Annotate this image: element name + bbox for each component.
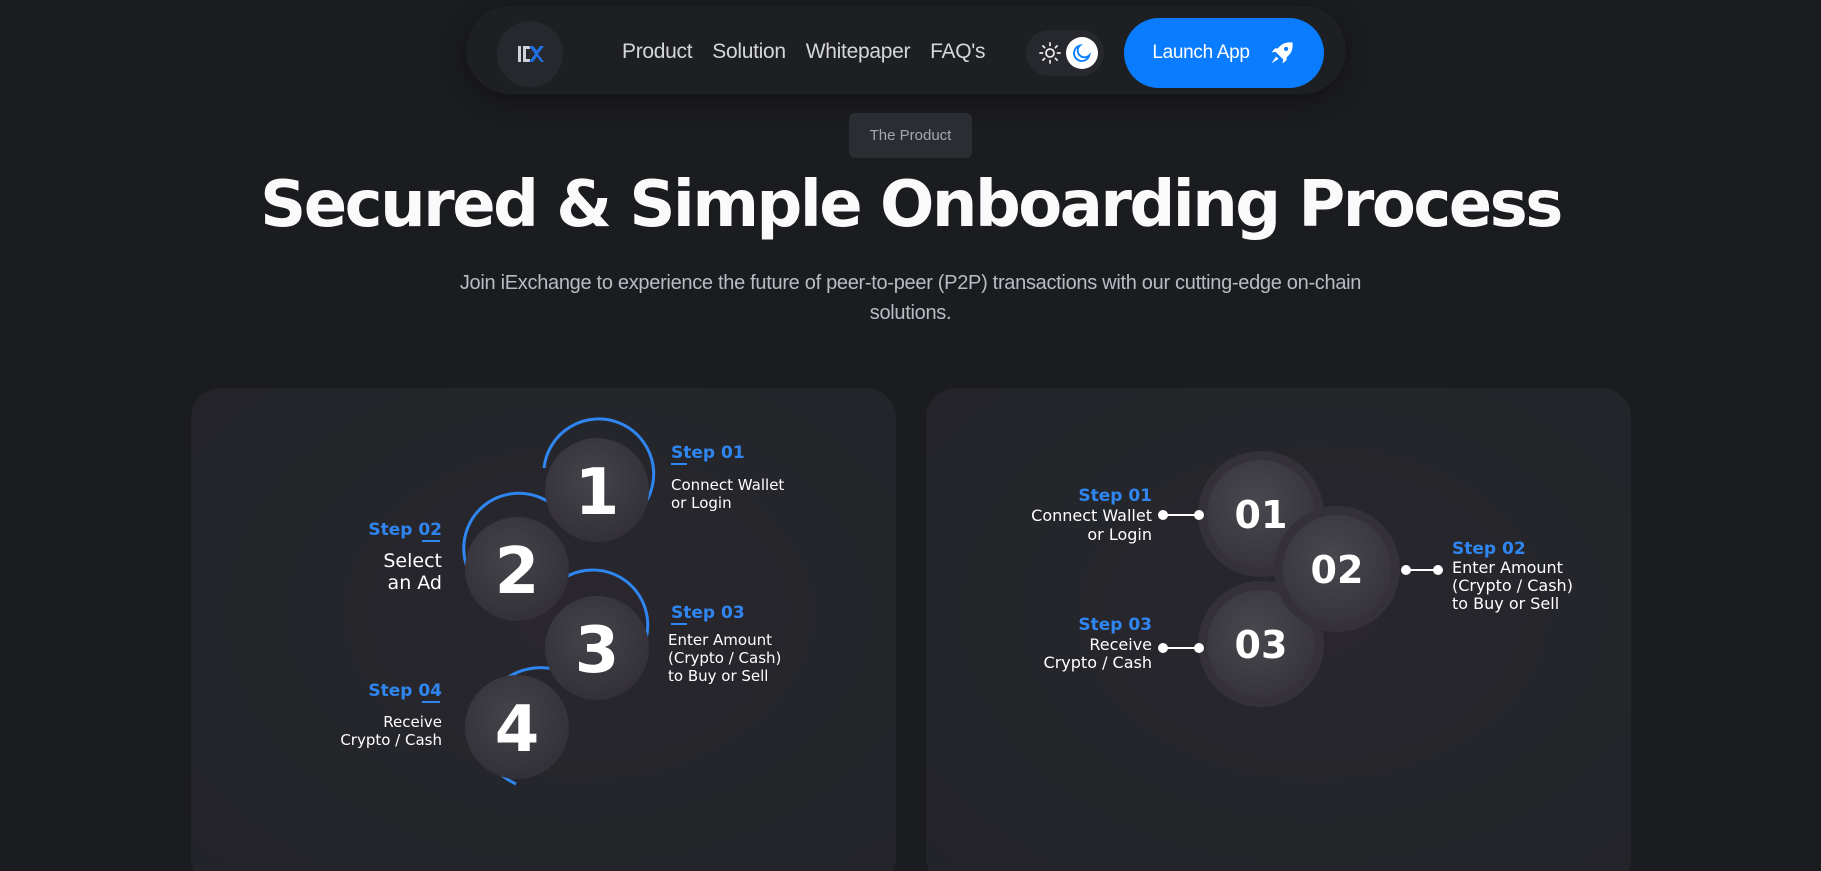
- step-text-02-line2: (Crypto / Cash): [1452, 576, 1573, 595]
- launch-app-button[interactable]: Launch App: [1124, 18, 1324, 88]
- nav-links: Product Solution Whitepaper FAQ's: [622, 40, 986, 64]
- step-number-3: 3: [575, 614, 620, 688]
- step-label-01: Step 01: [1078, 486, 1152, 506]
- step-number-2: 2: [495, 535, 540, 609]
- theme-toggle[interactable]: [1026, 30, 1104, 76]
- step-text-01-line1: Connect Wallet: [1031, 506, 1152, 525]
- step-text-04-line2: Crypto / Cash: [340, 731, 442, 749]
- step-text-01-line2: or Login: [671, 494, 732, 512]
- step-label-01: Step 01: [671, 443, 745, 463]
- nav-link-product[interactable]: Product: [622, 40, 693, 64]
- step-text-02-line1: Select: [383, 550, 442, 572]
- step-text-03-line2: (Crypto / Cash): [668, 649, 781, 667]
- steps-card-right: 01 03 02 Step 01 Connect Wallet or Login…: [926, 388, 1631, 871]
- step-text-03-line2: Crypto / Cash: [1044, 653, 1152, 672]
- step-text-01-line1: Connect Wallet: [671, 476, 784, 494]
- iexchange-logo-icon: [518, 46, 544, 62]
- step-text-02-line2: an Ad: [388, 572, 442, 594]
- page-subtitle: Join iExchange to experience the future …: [459, 272, 1362, 324]
- step-label-02: Step 02: [368, 520, 442, 540]
- step-number-1: 1: [575, 456, 620, 530]
- step-circle-3: 3: [545, 596, 649, 700]
- step-text-02-line3: to Buy or Sell: [1452, 594, 1559, 613]
- step-circle-1: 1: [545, 438, 649, 542]
- step-number-02: 02: [1311, 548, 1364, 592]
- step-text-01-line2: or Login: [1087, 525, 1152, 544]
- step-circle-2: 2: [465, 517, 569, 621]
- sun-icon[interactable]: [1038, 41, 1062, 65]
- step-number-4: 4: [495, 693, 540, 767]
- step-label-04: Step 04: [368, 681, 442, 701]
- step-label-03: Step 03: [1078, 615, 1152, 635]
- steps-card-left: 1 2 3 4 Step 01 Connect Wallet or Login …: [191, 388, 896, 871]
- step-text-03-line3: to Buy or Sell: [668, 667, 768, 685]
- step-text-02-line1: Enter Amount: [1452, 558, 1563, 577]
- step-text-03-line1: Enter Amount: [668, 631, 772, 649]
- step-label-02: Step 02: [1452, 539, 1526, 559]
- nav-link-whitepaper[interactable]: Whitepaper: [806, 40, 911, 64]
- step-number-03: 03: [1235, 623, 1288, 667]
- step-number-01: 01: [1235, 493, 1288, 537]
- section-badge: The Product: [849, 113, 972, 158]
- step-text-03-line1: Receive: [1089, 635, 1152, 654]
- nav-link-solution[interactable]: Solution: [712, 40, 786, 64]
- step-text-04-line1: Receive: [383, 713, 442, 731]
- step-circle-02: 02: [1274, 506, 1400, 632]
- page-title: Secured & Simple Onboarding Process: [260, 168, 1563, 242]
- rocket-icon: [1271, 42, 1293, 64]
- logo[interactable]: [497, 21, 563, 87]
- step-label-03: Step 03: [671, 603, 745, 623]
- nav-link-faqs[interactable]: FAQ's: [930, 40, 985, 64]
- launch-app-label: Launch App: [1152, 42, 1250, 63]
- moon-icon[interactable]: [1066, 37, 1098, 69]
- step-circle-4: 4: [465, 675, 569, 779]
